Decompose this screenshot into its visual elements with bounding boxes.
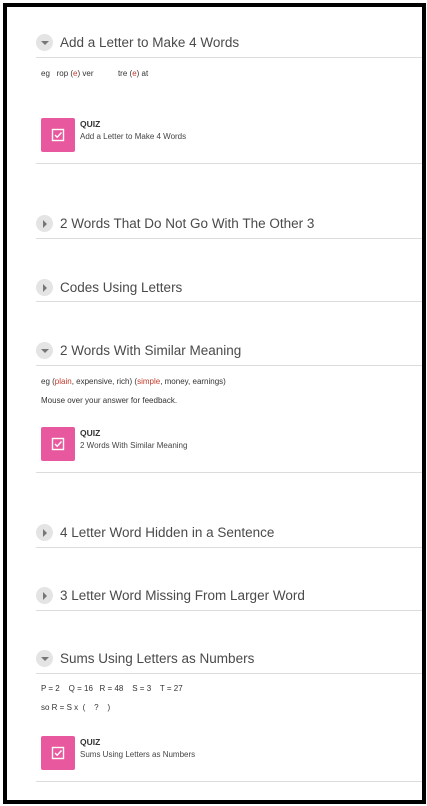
feedback-note: Mouse over your answer for feedback. — [41, 396, 178, 405]
section-header[interactable]: Add a Letter to Make 4 Words — [36, 29, 422, 55]
chevron-right-icon[interactable] — [36, 214, 53, 232]
sum-question: so R = S x ( ? ) — [41, 703, 111, 712]
chevron-down-icon[interactable] — [36, 341, 53, 359]
section-header[interactable]: 4 Letter Word Hidden in a Sentence — [36, 519, 422, 545]
section-title[interactable]: 4 Letter Word Hidden in a Sentence — [60, 525, 274, 540]
divider — [36, 238, 422, 239]
chevron-right-icon[interactable] — [36, 278, 53, 296]
divider — [36, 673, 422, 674]
section-header[interactable]: Sums Using Letters as Numbers — [36, 645, 422, 671]
example-text: eg rop (e) ver tre (e) at — [41, 69, 149, 78]
quiz-checkbox-icon[interactable] — [41, 118, 75, 152]
quiz-link[interactable]: QUIZ Sums Using Letters as Numbers — [41, 736, 195, 770]
divider — [36, 57, 422, 58]
divider — [36, 610, 422, 611]
quiz-name[interactable]: Sums Using Letters as Numbers — [80, 750, 195, 759]
divider — [36, 472, 422, 473]
divider — [36, 301, 422, 302]
divider — [36, 163, 422, 164]
chevron-right-icon[interactable] — [36, 586, 53, 604]
quiz-checkbox-icon[interactable] — [41, 736, 75, 770]
section-title[interactable]: Add a Letter to Make 4 Words — [60, 35, 239, 50]
quiz-link[interactable]: QUIZ 2 Words With Similar Meaning — [41, 427, 187, 461]
section-title[interactable]: Sums Using Letters as Numbers — [60, 651, 254, 666]
section-title[interactable]: Codes Using Letters — [60, 280, 182, 295]
quiz-label: QUIZ — [80, 119, 101, 129]
quiz-name[interactable]: Add a Letter to Make 4 Words — [80, 132, 186, 141]
quiz-checkbox-icon[interactable] — [41, 427, 75, 461]
section-title[interactable]: 3 Letter Word Missing From Larger Word — [60, 588, 305, 603]
page-frame: Add a Letter to Make 4 Words eg rop (e) … — [3, 3, 426, 804]
section-header[interactable]: 2 Words With Similar Meaning — [36, 337, 422, 363]
chevron-down-icon[interactable] — [36, 649, 53, 667]
section-header[interactable]: Codes Using Letters — [36, 274, 422, 300]
divider — [36, 547, 422, 548]
section-header[interactable]: 3 Letter Word Missing From Larger Word — [36, 582, 422, 608]
divider — [36, 781, 422, 782]
divider — [36, 365, 422, 366]
chevron-right-icon[interactable] — [36, 523, 53, 541]
quiz-name[interactable]: 2 Words With Similar Meaning — [80, 441, 187, 450]
chevron-down-icon[interactable] — [36, 33, 53, 51]
letter-values: P = 2 Q = 16 R = 48 S = 3 T = 27 — [41, 684, 183, 693]
quiz-link[interactable]: QUIZ Add a Letter to Make 4 Words — [41, 118, 186, 152]
quiz-label: QUIZ — [80, 737, 101, 747]
section-title[interactable]: 2 Words With Similar Meaning — [60, 343, 241, 358]
section-title[interactable]: 2 Words That Do Not Go With The Other 3 — [60, 216, 314, 231]
example-text: eg (plain, expensive, rich) (simple, mon… — [41, 377, 226, 386]
section-header[interactable]: 2 Words That Do Not Go With The Other 3 — [36, 210, 422, 236]
quiz-label: QUIZ — [80, 428, 101, 438]
